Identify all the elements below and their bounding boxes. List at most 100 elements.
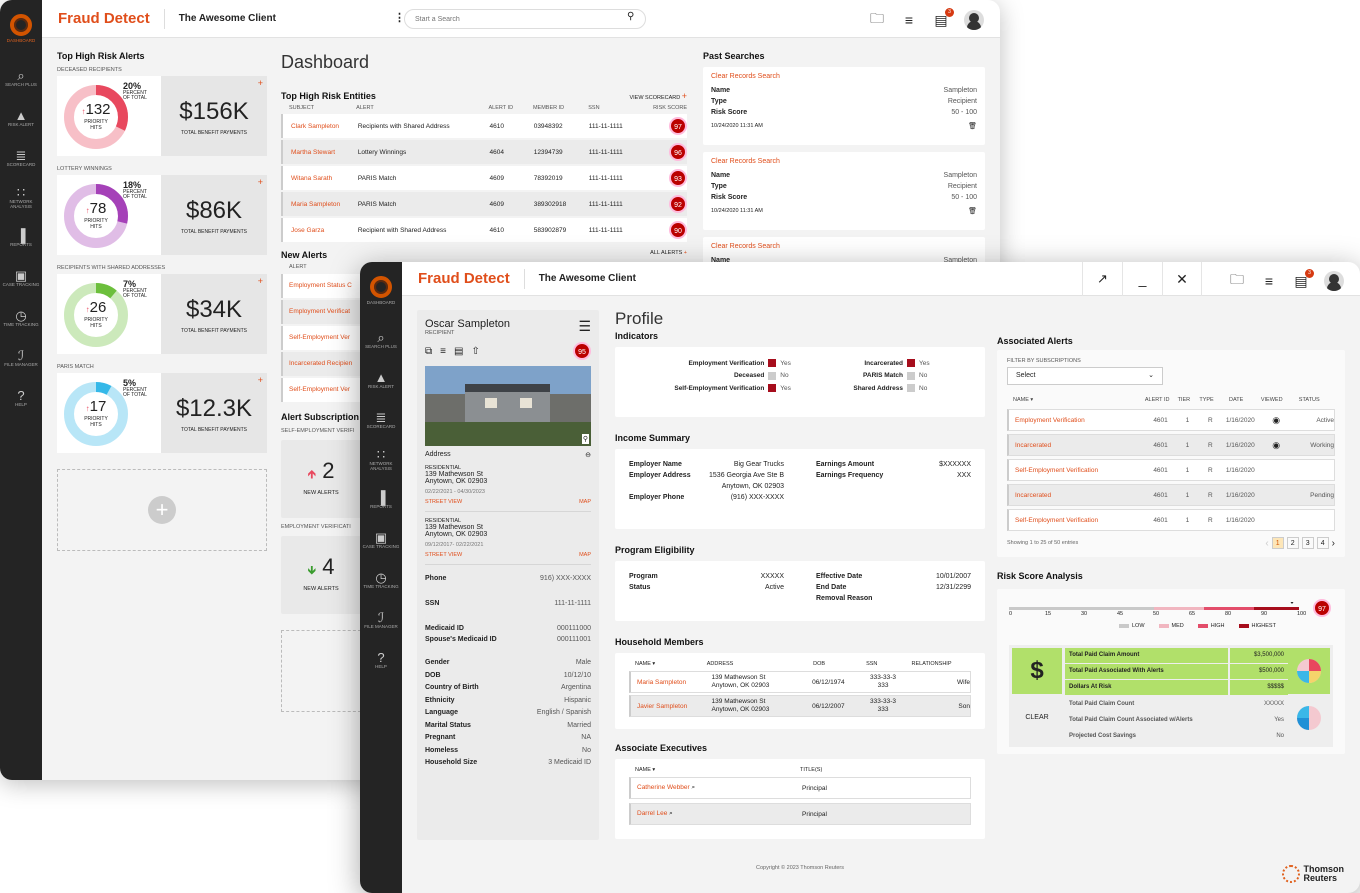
search-link[interactable]: Clear Records Search [711, 158, 977, 165]
app-brand[interactable]: Fraud Detect [42, 8, 165, 29]
page-button[interactable]: 3 [1301, 537, 1314, 549]
alert-link[interactable]: Self-Employment Ver [289, 386, 350, 393]
view-scorecard-link[interactable]: VIEW SCORECARD + [629, 91, 687, 101]
map-link[interactable]: MAP [579, 552, 591, 558]
sidebar-item-dashboard[interactable]: Dashboard [360, 262, 402, 320]
sidebar-item-risk-alert[interactable]: ▲ Risk Alert [360, 360, 402, 400]
subject-link[interactable]: Jose Garza [291, 227, 358, 234]
table-row[interactable]: Maria Sampleton PARIS Match 4609 389302918 1… [281, 192, 687, 216]
close-icon[interactable]: ✕ [1162, 262, 1202, 296]
notifications-icon[interactable]: ▤ 3 [1292, 268, 1314, 290]
sidebar-item-file-manager[interactable]: ℐ File Manager [0, 338, 42, 378]
all-alerts-link[interactable]: ALL ALERTS + [650, 250, 687, 260]
alert-link[interactable]: Employment Verificat [289, 308, 350, 315]
sidebar-item-time-tracking[interactable]: ◷ Time Tracking [360, 560, 402, 600]
notes-icon[interactable]: ▤ [454, 346, 463, 357]
column-header[interactable]: NAME [635, 767, 651, 773]
sidebar-item-network-analysis[interactable]: ∷ Network Analysis [0, 178, 42, 218]
street-view-link[interactable]: STREET VIEW [425, 552, 462, 558]
table-row[interactable]: Martha Stewart Lottery Winnings 4604 123947… [281, 140, 687, 164]
street-view-link[interactable]: STREET VIEW [425, 499, 462, 505]
plus-icon[interactable]: + [258, 177, 263, 187]
filter-list-icon[interactable]: ≡ [900, 12, 918, 28]
executive-link[interactable]: Darrel Lee [637, 810, 667, 817]
alert-link[interactable]: Employment Status C [289, 282, 352, 289]
page-button[interactable]: 1 [1271, 537, 1284, 549]
app-brand[interactable]: Fraud Detect [402, 268, 525, 289]
alert-card[interactable]: 5% PERCENT OF TOTAL ↑17 PRIORITY HITS + $12.3… [57, 373, 267, 453]
avatar[interactable] [1324, 271, 1344, 291]
next-page-icon[interactable]: › [1332, 538, 1335, 549]
column-header[interactable]: NAME [635, 661, 651, 667]
member-link[interactable]: Javier Sampleton [637, 703, 712, 710]
past-search-card[interactable]: Clear Records Search Name Sampleton Type Rec… [703, 152, 985, 230]
subject-link[interactable]: Maria Sampleton [291, 201, 358, 208]
sort-icon[interactable]: ▾ [651, 767, 655, 773]
subscription-card[interactable]: 🡹 2 NEW ALERTS [281, 440, 361, 518]
table-row[interactable]: Incarcerated 4601 1 R 1/16/2020 ◉ Working [1007, 434, 1335, 456]
page-button[interactable]: 2 [1286, 537, 1299, 549]
plus-icon[interactable]: + [258, 276, 263, 286]
sidebar-item-case-tracking[interactable]: ▣ Case Tracking [360, 520, 402, 560]
notifications-icon[interactable]: ▤ 3 [932, 7, 954, 29]
sidebar-item-scorecard[interactable]: ≣ Scorecard [0, 138, 42, 178]
executive-link[interactable]: Catherine Webber [637, 784, 690, 791]
table-row[interactable]: Clark Sampleton Recipients with Shared Ad… [281, 114, 687, 138]
search-icon[interactable]: ⌕ [667, 810, 673, 817]
sidebar-item-time-tracking[interactable]: ◷ Time Tracking [0, 298, 42, 338]
sidebar-item-reports[interactable]: ▐ Reports [360, 480, 402, 520]
alert-link[interactable]: Incarcerated [1015, 492, 1145, 499]
table-row[interactable]: Catherine Webber ⌕ Principal [629, 777, 971, 799]
list-add-icon[interactable]: ≡ [440, 346, 446, 357]
folder-icon[interactable]: 🗀 [868, 8, 886, 32]
add-card[interactable]: + [57, 469, 267, 551]
table-row[interactable]: Incarcerated 4601 1 R 1/16/2020 Pending [1007, 484, 1335, 506]
sidebar-item-case-tracking[interactable]: ▣ Case Tracking [0, 258, 42, 298]
plus-icon[interactable]: + [258, 375, 263, 385]
sidebar-item-reports[interactable]: ▐ Reports [0, 218, 42, 258]
search-link[interactable]: Clear Records Search [711, 73, 977, 80]
subject-link[interactable]: Martha Stewart [291, 149, 358, 156]
alert-link[interactable]: Self-Employment Ver [289, 334, 350, 341]
table-row[interactable]: Darrel Lee ⌕ Principal [629, 803, 971, 825]
subscription-card[interactable]: 🡻 4 NEW ALERTS [281, 536, 361, 614]
share-icon[interactable]: ⇧ [471, 346, 479, 357]
copy-icon[interactable]: ⧉ [425, 346, 432, 357]
trash-icon[interactable]: 🗑 [968, 206, 977, 217]
sidebar-item-network-analysis[interactable]: ∷ Network Analysis [360, 440, 402, 480]
trash-icon[interactable]: 🗑 [968, 121, 977, 132]
page-button[interactable]: 4 [1316, 537, 1329, 549]
sidebar-item-dashboard[interactable]: Dashboard [0, 0, 42, 58]
sort-icon[interactable]: ▾ [1029, 397, 1033, 403]
table-row[interactable]: Witana Sarath PARIS Match 4609 78392019 111-… [281, 166, 687, 190]
alert-link[interactable]: Self-Employment Verification [1015, 467, 1145, 474]
table-row[interactable]: Maria Sampleton 139 Mathewson St Anytown, … [629, 671, 971, 693]
alert-link[interactable]: Incarcerated [1015, 442, 1145, 449]
table-row[interactable]: Self-Employment Verification 4601 1 R 1/16/2… [1007, 459, 1335, 481]
plus-icon[interactable]: + [258, 78, 263, 88]
sort-icon[interactable]: ▾ [651, 661, 655, 667]
past-search-card[interactable]: Clear Records Search Name Sampleton Type Rec… [703, 67, 985, 145]
alert-link[interactable]: Incarcerated Recipien [289, 360, 352, 367]
search-icon[interactable]: ⚲ [627, 11, 634, 22]
add-card[interactable] [281, 630, 361, 712]
open-external-icon[interactable]: ↗ [1082, 262, 1122, 296]
sidebar-item-scorecard[interactable]: ≣ Scorecard [360, 400, 402, 440]
folder-icon[interactable]: 🗀 [1228, 269, 1246, 293]
table-row[interactable]: Javier Sampleton 139 Mathewson St Anytown,… [629, 695, 971, 717]
search-icon[interactable]: ⌕ [690, 784, 695, 791]
sidebar-item-risk-alert[interactable]: ▲ Risk Alert [0, 98, 42, 138]
table-row[interactable]: Employment Verification 4601 1 R 1/16/2020 ◉ A… [1007, 409, 1335, 431]
map-link[interactable]: MAP [579, 499, 591, 505]
alert-link[interactable]: Self-Employment Verification [1015, 517, 1145, 524]
sidebar-item-search-plus[interactable]: ⌕ Search Plus [0, 58, 42, 98]
alert-card[interactable]: 7% PERCENT OF TOTAL ↑26 PRIORITY HITS + $34K T… [57, 274, 267, 354]
sidebar-item-file-manager[interactable]: ℐ File Manager [360, 600, 402, 640]
subscription-select[interactable]: Select ⌄ [1007, 367, 1163, 385]
sidebar-item-help[interactable]: ? Help [0, 378, 42, 418]
alert-card[interactable]: 20% PERCENT OF TOTAL ↑132 PRIORITY HITS + $15… [57, 76, 267, 156]
filter-list-icon[interactable]: ≡ [1260, 273, 1278, 289]
minimize-icon[interactable]: _ [1122, 262, 1162, 296]
alert-link[interactable]: Employment Verification [1015, 417, 1145, 424]
subject-link[interactable]: Witana Sarath [291, 175, 358, 182]
